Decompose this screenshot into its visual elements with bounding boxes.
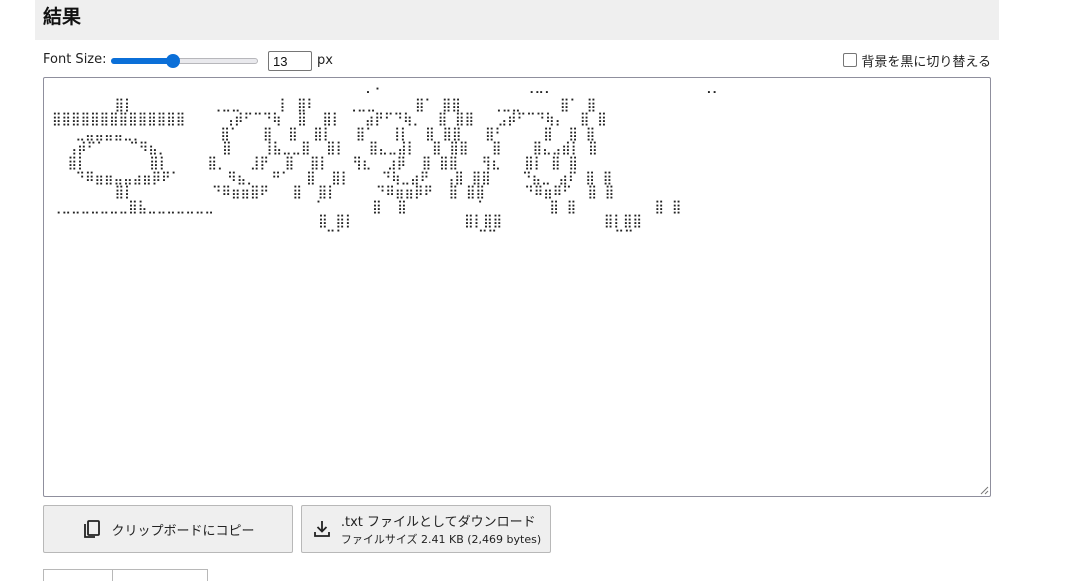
font-controls: Font Size: px 背景を黒に切り替える <box>43 50 991 72</box>
download-button-text: .txt ファイルとしてダウンロード ファイルサイズ 2.41 KB (2,46… <box>341 511 541 547</box>
slider-fill <box>111 58 173 64</box>
slider-thumb[interactable] <box>165 54 180 68</box>
dark-background-label: 背景を黒に切り替える <box>861 54 991 70</box>
download-button-label: .txt ファイルとしてダウンロード <box>340 515 536 530</box>
copy-button-label: クリップボードにコピー <box>111 523 255 539</box>
font-size-label: Font Size: <box>43 52 107 67</box>
ascii-art-output[interactable]: ⠄⠂ ⠠⠤⠄ ⠠⠄ ⣿⡇ ⢀⣀⣀ ⡇ ⣿⠇ ⢀⣀⣀ ⣿⠁ ⣿⣿ ⢀⣀⣀ ⣿⠁ ⣿… <box>43 77 991 497</box>
tab-stub-right[interactable] <box>112 569 208 581</box>
unit-label: px <box>317 53 333 68</box>
tab-stub-left[interactable] <box>43 569 113 581</box>
results-section-header: 結果 <box>35 0 999 40</box>
copy-icon <box>84 520 101 538</box>
font-size-input[interactable] <box>268 51 312 71</box>
results-title: 結果 <box>43 6 82 28</box>
download-txt-button[interactable]: .txt ファイルとしてダウンロード ファイルサイズ 2.41 KB (2,46… <box>301 505 551 553</box>
copy-to-clipboard-button[interactable]: クリップボードにコピー <box>43 505 293 553</box>
font-size-slider[interactable] <box>111 54 258 68</box>
file-size-info: ファイルサイズ 2.41 KB (2,469 bytes) <box>340 533 542 546</box>
dark-background-checkbox[interactable] <box>843 53 858 67</box>
dark-background-toggle[interactable]: 背景を黒に切り替える <box>843 50 991 70</box>
resize-grip-icon[interactable] <box>980 486 989 495</box>
download-icon <box>313 521 330 537</box>
